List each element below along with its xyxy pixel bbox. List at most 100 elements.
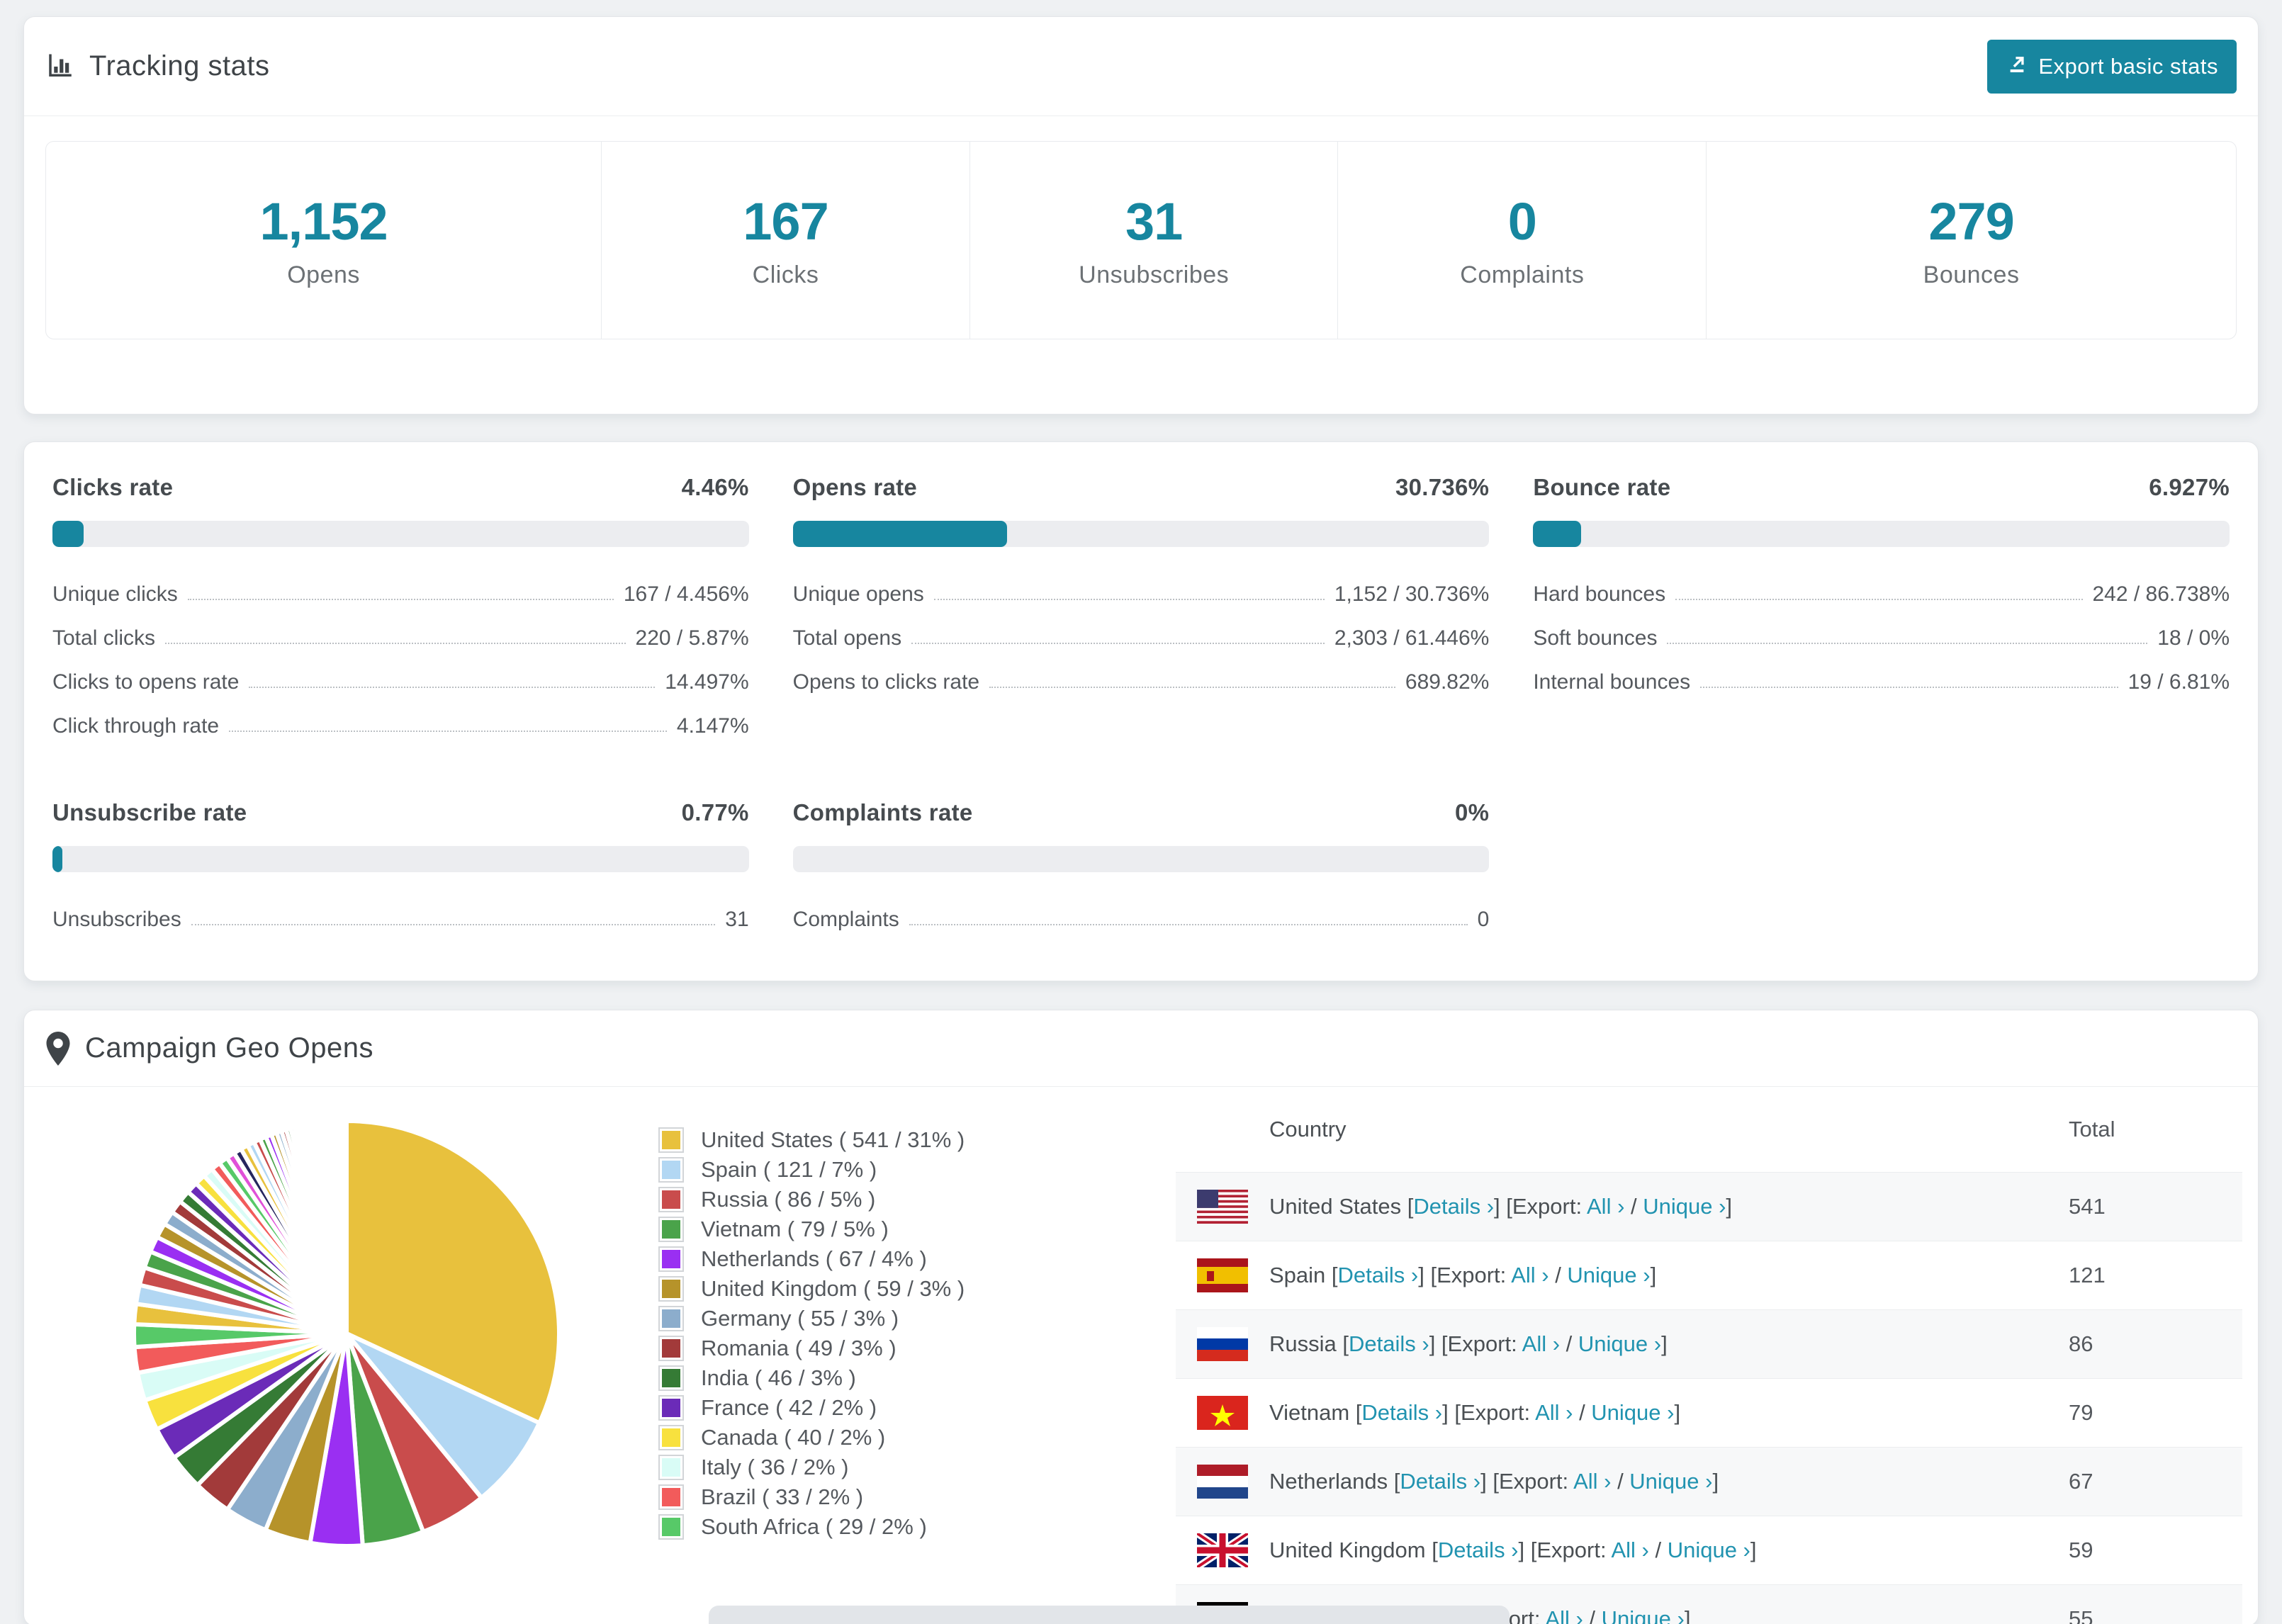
legend-item-germany[interactable]: Germany ( 55 / 3% ) <box>658 1304 1027 1333</box>
legend-label: Netherlands ( 67 / 4% ) <box>701 1246 927 1271</box>
export-unique-link[interactable]: Unique › <box>1578 1331 1661 1356</box>
details-link[interactable]: Details › <box>1438 1538 1519 1562</box>
rate-progress-bar <box>1533 521 2230 547</box>
export-all-link[interactable]: All › <box>1587 1194 1624 1219</box>
export-all-link[interactable]: All › <box>1511 1263 1548 1287</box>
pie-legend: United States ( 541 / 31% ) Spain ( 121 /… <box>658 1125 1027 1542</box>
stat-box-unsubscribes: 31 Unsubscribes <box>969 142 1338 339</box>
table-row-ru: Russia [Details ›] [Export: All › / Uniq… <box>1176 1309 2242 1378</box>
rate-block-opens-rate: Opens rate 30.736% Unique opens 1,152 / 30.… <box>792 474 1490 748</box>
geo-pie-chart <box>127 1114 566 1553</box>
legend-swatch <box>658 1484 684 1510</box>
legend-label: Romania ( 49 / 3% ) <box>701 1336 896 1360</box>
rate-block-clicks-rate: Clicks rate 4.46% Unique clicks 167 / 4.456… <box>52 474 749 748</box>
legend-label: Canada ( 40 / 2% ) <box>701 1425 886 1450</box>
bar-chart-icon <box>45 52 75 81</box>
rate-detail-row: Unique opens 1,152 / 30.736% <box>793 573 1490 616</box>
total-cell: 59 <box>2069 1538 2093 1562</box>
map-pin-icon <box>45 1031 71 1066</box>
stat-value: 1,152 <box>259 192 388 251</box>
stat-label: Bounces <box>1923 261 2020 288</box>
export-unique-link[interactable]: Unique › <box>1567 1263 1650 1287</box>
legend-swatch <box>658 1157 684 1183</box>
total-cell: 79 <box>2069 1400 2093 1425</box>
export-all-link[interactable]: All › <box>1535 1400 1573 1425</box>
legend-item-brazil[interactable]: Brazil ( 33 / 2% ) <box>658 1482 1027 1512</box>
details-link[interactable]: Details › <box>1349 1331 1429 1356</box>
rate-title: Complaints rate <box>792 799 973 825</box>
legend-item-vietnam[interactable]: Vietnam ( 79 / 5% ) <box>658 1214 1027 1244</box>
dotted-leader <box>909 924 1468 925</box>
us-flag-icon <box>1197 1190 1248 1224</box>
rate-header: Opens rate 30.736% <box>793 474 1490 501</box>
legend-label: Brazil ( 33 / 2% ) <box>701 1484 864 1509</box>
legend-item-spain[interactable]: Spain ( 121 / 7% ) <box>658 1155 1027 1185</box>
legend-swatch <box>658 1455 684 1480</box>
stat-value: 31 <box>1125 192 1183 251</box>
legend-item-france[interactable]: France ( 42 / 2% ) <box>658 1393 1027 1423</box>
detail-value: 18 / 0% <box>2157 626 2230 650</box>
export-all-link[interactable]: All › <box>1545 1606 1583 1624</box>
legend-item-italy[interactable]: Italy ( 36 / 2% ) <box>658 1453 1027 1482</box>
stat-value: 279 <box>1928 192 2014 251</box>
export-unique-link[interactable]: Unique › <box>1668 1538 1750 1562</box>
dotted-leader <box>249 687 656 688</box>
legend-item-romania[interactable]: Romania ( 49 / 3% ) <box>658 1333 1027 1363</box>
legend-swatch <box>658 1425 684 1450</box>
rate-title: Opens rate <box>792 474 918 500</box>
total-cell: 86 <box>2069 1331 2093 1356</box>
export-unique-link[interactable]: Unique › <box>1643 1194 1726 1219</box>
horizontal-scrollbar[interactable] <box>709 1606 1510 1624</box>
legend-label: Italy ( 36 / 2% ) <box>701 1455 849 1479</box>
stat-label: Complaints <box>1460 261 1585 288</box>
export-all-link[interactable]: All › <box>1522 1331 1560 1356</box>
dotted-leader <box>187 599 614 600</box>
legend-label: Germany ( 55 / 3% ) <box>701 1306 899 1331</box>
dotted-leader <box>1667 643 2148 644</box>
legend-item-united-kingdom[interactable]: United Kingdom ( 59 / 3% ) <box>658 1274 1027 1304</box>
country-cell: Russia [Details ›] [Export: All › / Uniq… <box>1269 1331 1668 1356</box>
detail-value: 14.497% <box>665 670 749 694</box>
legend-label: Vietnam ( 79 / 5% ) <box>701 1217 889 1241</box>
details-link[interactable]: Details › <box>1338 1263 1419 1287</box>
rate-progress-bar <box>792 846 1490 872</box>
rate-detail-row: Hard bounces 242 / 86.738% <box>1533 573 2230 616</box>
legend-item-united-states[interactable]: United States ( 541 / 31% ) <box>658 1125 1027 1155</box>
export-all-link[interactable]: All › <box>1573 1469 1611 1494</box>
nl-flag-icon <box>1197 1465 1248 1499</box>
legend-item-india[interactable]: India ( 46 / 3% ) <box>658 1363 1027 1393</box>
details-link[interactable]: Details › <box>1400 1469 1480 1494</box>
stat-box-bounces: 279 Bounces <box>1706 142 2236 339</box>
export-all-link[interactable]: All › <box>1611 1538 1648 1562</box>
table-row-es: Spain [Details ›] [Export: All › / Uniqu… <box>1176 1241 2242 1309</box>
legend-item-south-africa[interactable]: South Africa ( 29 / 2% ) <box>658 1512 1027 1542</box>
tracking-stats-card: Tracking stats Export basic stats 1,152 O… <box>23 16 2259 415</box>
rate-progress-bar <box>792 521 1490 547</box>
geo-table: Country Total United States [Details ›] … <box>1176 1087 2242 1624</box>
export-unique-link[interactable]: Unique › <box>1602 1606 1685 1624</box>
detail-label: Soft bounces <box>1533 626 1658 650</box>
export-button-label: Export basic stats <box>2038 53 2218 79</box>
legend-item-canada[interactable]: Canada ( 40 / 2% ) <box>658 1423 1027 1453</box>
details-link[interactable]: Details › <box>1361 1400 1442 1425</box>
dashboard-page: Tracking stats Export basic stats 1,152 O… <box>0 0 2282 1624</box>
details-link[interactable]: Details › <box>1413 1194 1494 1219</box>
rate-value: 30.736% <box>1395 474 1490 500</box>
rate-title: Bounce rate <box>1533 474 1671 500</box>
rate-progress-bar <box>52 521 749 547</box>
export-basic-stats-button[interactable]: Export basic stats <box>1987 39 2237 94</box>
es-flag-icon <box>1197 1258 1248 1292</box>
legend-item-netherlands[interactable]: Netherlands ( 67 / 4% ) <box>658 1244 1027 1274</box>
rate-value: 0.77% <box>681 799 749 825</box>
rate-detail-row: Internal bounces 19 / 6.81% <box>1533 660 2230 704</box>
export-unique-link[interactable]: Unique › <box>1629 1469 1712 1494</box>
legend-item-russia[interactable]: Russia ( 86 / 5% ) <box>658 1185 1027 1214</box>
country-name: Russia <box>1269 1331 1343 1356</box>
dotted-leader <box>911 643 1325 644</box>
legend-label: France ( 42 / 2% ) <box>701 1395 877 1420</box>
rates-card: Clicks rate 4.46% Unique clicks 167 / 4.456… <box>23 441 2259 981</box>
detail-label: Internal bounces <box>1533 670 1691 694</box>
export-unique-link[interactable]: Unique › <box>1591 1400 1674 1425</box>
legend-swatch <box>658 1217 684 1242</box>
total-cell: 55 <box>2069 1606 2093 1624</box>
